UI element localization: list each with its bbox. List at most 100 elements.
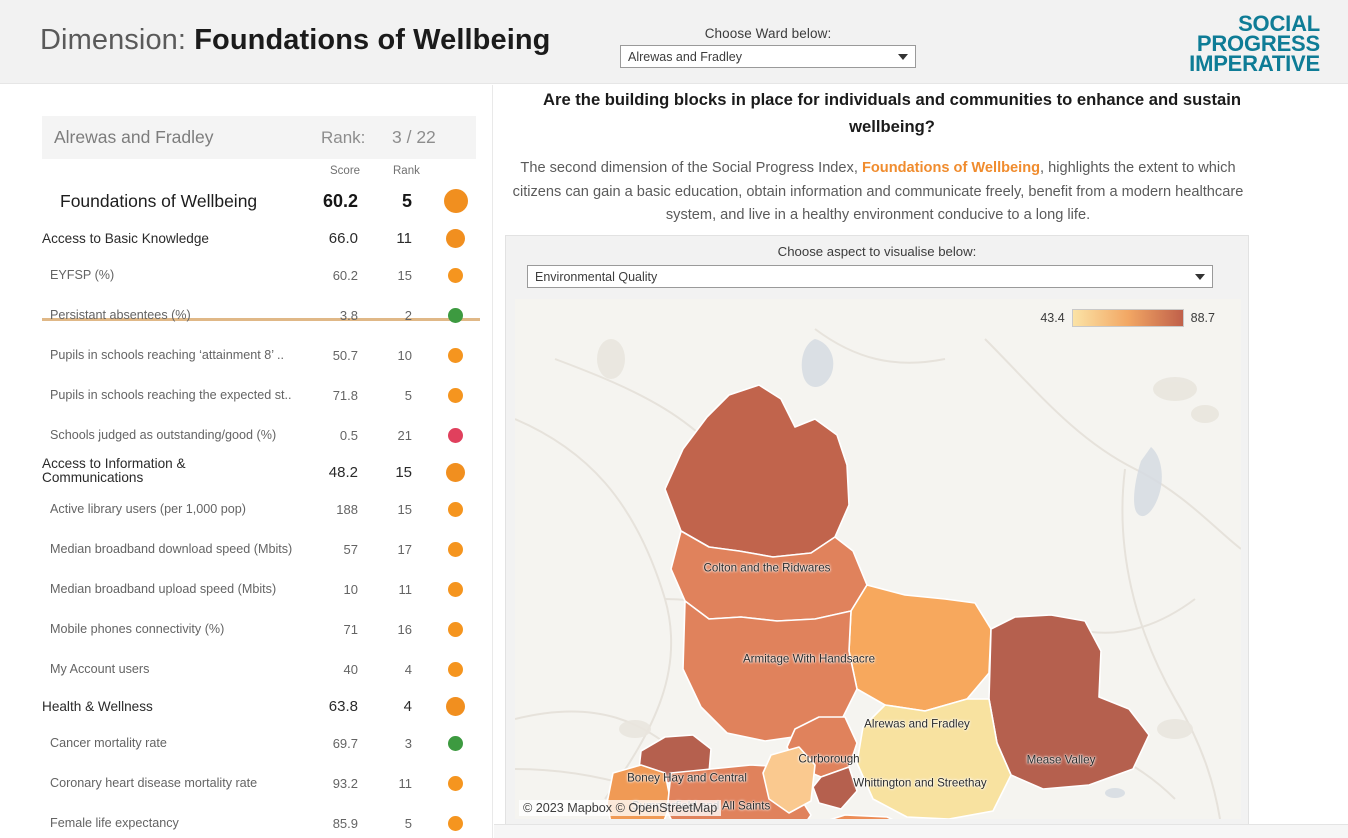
table-row[interactable]: Access to Information & Communications 48… xyxy=(42,455,480,489)
row-label: Cancer mortality rate xyxy=(50,736,167,750)
column-header-rank: Rank xyxy=(393,165,420,177)
row-label: Pupils in schools reaching the expected … xyxy=(50,388,292,402)
legend-gradient-bar xyxy=(1071,309,1184,327)
row-score: 66.0 xyxy=(328,229,358,247)
row-rank: 4 xyxy=(403,697,412,715)
row-label: Median broadband download speed (Mbits) xyxy=(50,542,293,556)
main-content: Are the building blocks in place for ind… xyxy=(494,85,1348,838)
status-dot xyxy=(448,581,463,597)
dimension-description: The second dimension of the Social Progr… xyxy=(504,157,1252,228)
map-canvas xyxy=(515,299,1241,819)
ward-rank-value: 3 / 22 xyxy=(392,127,436,147)
status-dot xyxy=(448,267,463,283)
row-score: 3.8 xyxy=(339,307,358,323)
row-label: Schools judged as outstanding/good (%) xyxy=(50,428,277,442)
table-row[interactable]: Cancer mortality rate 69.7 3 xyxy=(42,723,480,763)
status-dot xyxy=(448,307,463,323)
indicator-sidebar: Alrewas and Fradley Rank: 3 / 22 Score R… xyxy=(0,85,493,838)
question-heading: Are the building blocks in place for ind… xyxy=(543,90,1241,136)
status-dot xyxy=(448,347,463,363)
row-score: 10 xyxy=(343,581,358,597)
status-dot xyxy=(448,541,463,557)
table-row[interactable]: Schools judged as outstanding/good (%) 0.… xyxy=(42,415,480,455)
row-score: 50.7 xyxy=(332,347,358,363)
status-dot xyxy=(448,815,463,831)
row-label: Active library users (per 1,000 pop) xyxy=(50,502,246,516)
row-rank: 21 xyxy=(397,427,412,443)
row-score: 0.5 xyxy=(339,427,358,443)
row-rank: 11 xyxy=(398,775,413,791)
social-progress-imperative-logo: SOCIAL PROGRESS IMPERATIVE xyxy=(1189,12,1320,77)
chevron-down-icon xyxy=(1195,273,1205,280)
table-row-dimension[interactable]: Foundations of Wellbeing 60.2 5 xyxy=(42,181,480,221)
ward-summary-bar: Alrewas and Fradley Rank: 3 / 22 xyxy=(42,116,476,159)
table-row[interactable]: Active library users (per 1,000 pop) 188 1… xyxy=(42,489,480,529)
table-row[interactable]: Median broadband download speed (Mbits) 5… xyxy=(42,529,480,569)
status-dot xyxy=(448,775,463,791)
row-label: Female life expectancy xyxy=(50,816,179,830)
table-row[interactable]: Female life expectancy 85.9 5 xyxy=(42,803,480,838)
row-rank: 15 xyxy=(397,267,412,283)
row-label: Median broadband upload speed (Mbits) xyxy=(50,582,277,596)
page-title: Dimension: Foundations of Wellbeing xyxy=(40,24,551,57)
ward-picker: Choose Ward below: Alrewas and Fradley xyxy=(620,26,916,68)
ward-picker-label: Choose Ward below: xyxy=(704,26,832,41)
dimension-score: 60.2 xyxy=(322,190,358,211)
table-row[interactable]: Health & Wellness 63.8 4 xyxy=(42,689,480,723)
ward-select[interactable]: Alrewas and Fradley xyxy=(620,45,916,68)
status-dot xyxy=(446,696,465,716)
status-dot xyxy=(448,735,463,751)
row-score: 188 xyxy=(336,501,358,517)
map-legend: 43.4 88.7 xyxy=(1040,309,1215,327)
status-dot xyxy=(448,501,463,517)
table-row[interactable]: Coronary heart disease mortality rate 93.… xyxy=(42,763,480,803)
table-row[interactable]: Median broadband upload speed (Mbits) 10 1… xyxy=(42,569,480,609)
table-row[interactable]: Access to Basic Knowledge 66.0 11 xyxy=(42,221,480,255)
page-title-prefix: Dimension: xyxy=(40,24,195,56)
status-dot xyxy=(446,462,465,482)
table-row[interactable]: Persistant absentees (%) 3.8 2 xyxy=(42,295,480,335)
row-rank: 15 xyxy=(395,463,412,481)
aspect-select[interactable]: Environmental Quality xyxy=(527,265,1213,288)
status-dot xyxy=(448,661,463,677)
row-rank: 16 xyxy=(397,621,412,637)
map-attribution: © 2023 Mapbox © OpenStreetMap xyxy=(519,800,722,816)
table-row[interactable]: My Account users 40 4 xyxy=(42,649,480,689)
row-label: Coronary heart disease mortality rate xyxy=(50,776,258,790)
ward-select-value: Alrewas and Fradley xyxy=(628,49,742,64)
logo-line-3: IMPERATIVE xyxy=(1189,51,1320,77)
row-score: 40 xyxy=(343,661,358,677)
row-label: Pupils in schools reaching ‘attainment 8… xyxy=(50,348,285,362)
legend-min-value: 43.4 xyxy=(1040,311,1065,325)
dimension-label: Foundations of Wellbeing xyxy=(60,190,258,211)
aspect-select-label: Choose aspect to visualise below: xyxy=(777,244,977,259)
ward-rank-label: Rank: xyxy=(321,127,366,147)
app-header: Dimension: Foundations of Wellbeing Choo… xyxy=(0,0,1348,84)
visualisation-panel: Choose aspect to visualise below: Enviro… xyxy=(505,235,1249,827)
table-row[interactable]: Pupils in schools reaching the expected … xyxy=(42,375,480,415)
row-score: 63.8 xyxy=(328,697,358,715)
row-rank: 17 xyxy=(397,541,412,557)
aspect-select-value: Environmental Quality xyxy=(535,269,658,284)
row-rank: 2 xyxy=(404,307,412,323)
table-row[interactable]: EYFSP (%) 60.2 15 xyxy=(42,255,480,295)
table-row[interactable]: Pupils in schools reaching ‘attainment 8… xyxy=(42,335,480,375)
dashboard-root: Dimension: Foundations of Wellbeing Choo… xyxy=(0,0,1348,838)
row-score: 48.2 xyxy=(328,463,358,481)
indicator-table: Foundations of Wellbeing 60.2 5 Access t… xyxy=(42,181,480,838)
row-rank: 10 xyxy=(397,347,412,363)
table-row[interactable]: Mobile phones connectivity (%) 71 16 xyxy=(42,609,480,649)
status-dot xyxy=(448,387,463,403)
choropleth-map[interactable]: 43.4 88.7 Colton and the Ridwares Armitag… xyxy=(515,299,1241,819)
row-label: Mobile phones connectivity (%) xyxy=(50,622,225,636)
description-part-1: The second dimension of the Social Progr… xyxy=(520,160,862,176)
row-score: 93.2 xyxy=(332,775,358,791)
row-score: 71.8 xyxy=(332,387,358,403)
row-rank: 5 xyxy=(404,387,412,403)
row-label: Persistant absentees (%) xyxy=(50,308,191,322)
row-rank: 3 xyxy=(404,735,412,751)
column-header-score: Score xyxy=(330,165,361,177)
row-score: 71 xyxy=(343,621,358,637)
status-dot xyxy=(446,228,465,248)
description-highlight: Foundations of Wellbeing xyxy=(861,160,1041,176)
